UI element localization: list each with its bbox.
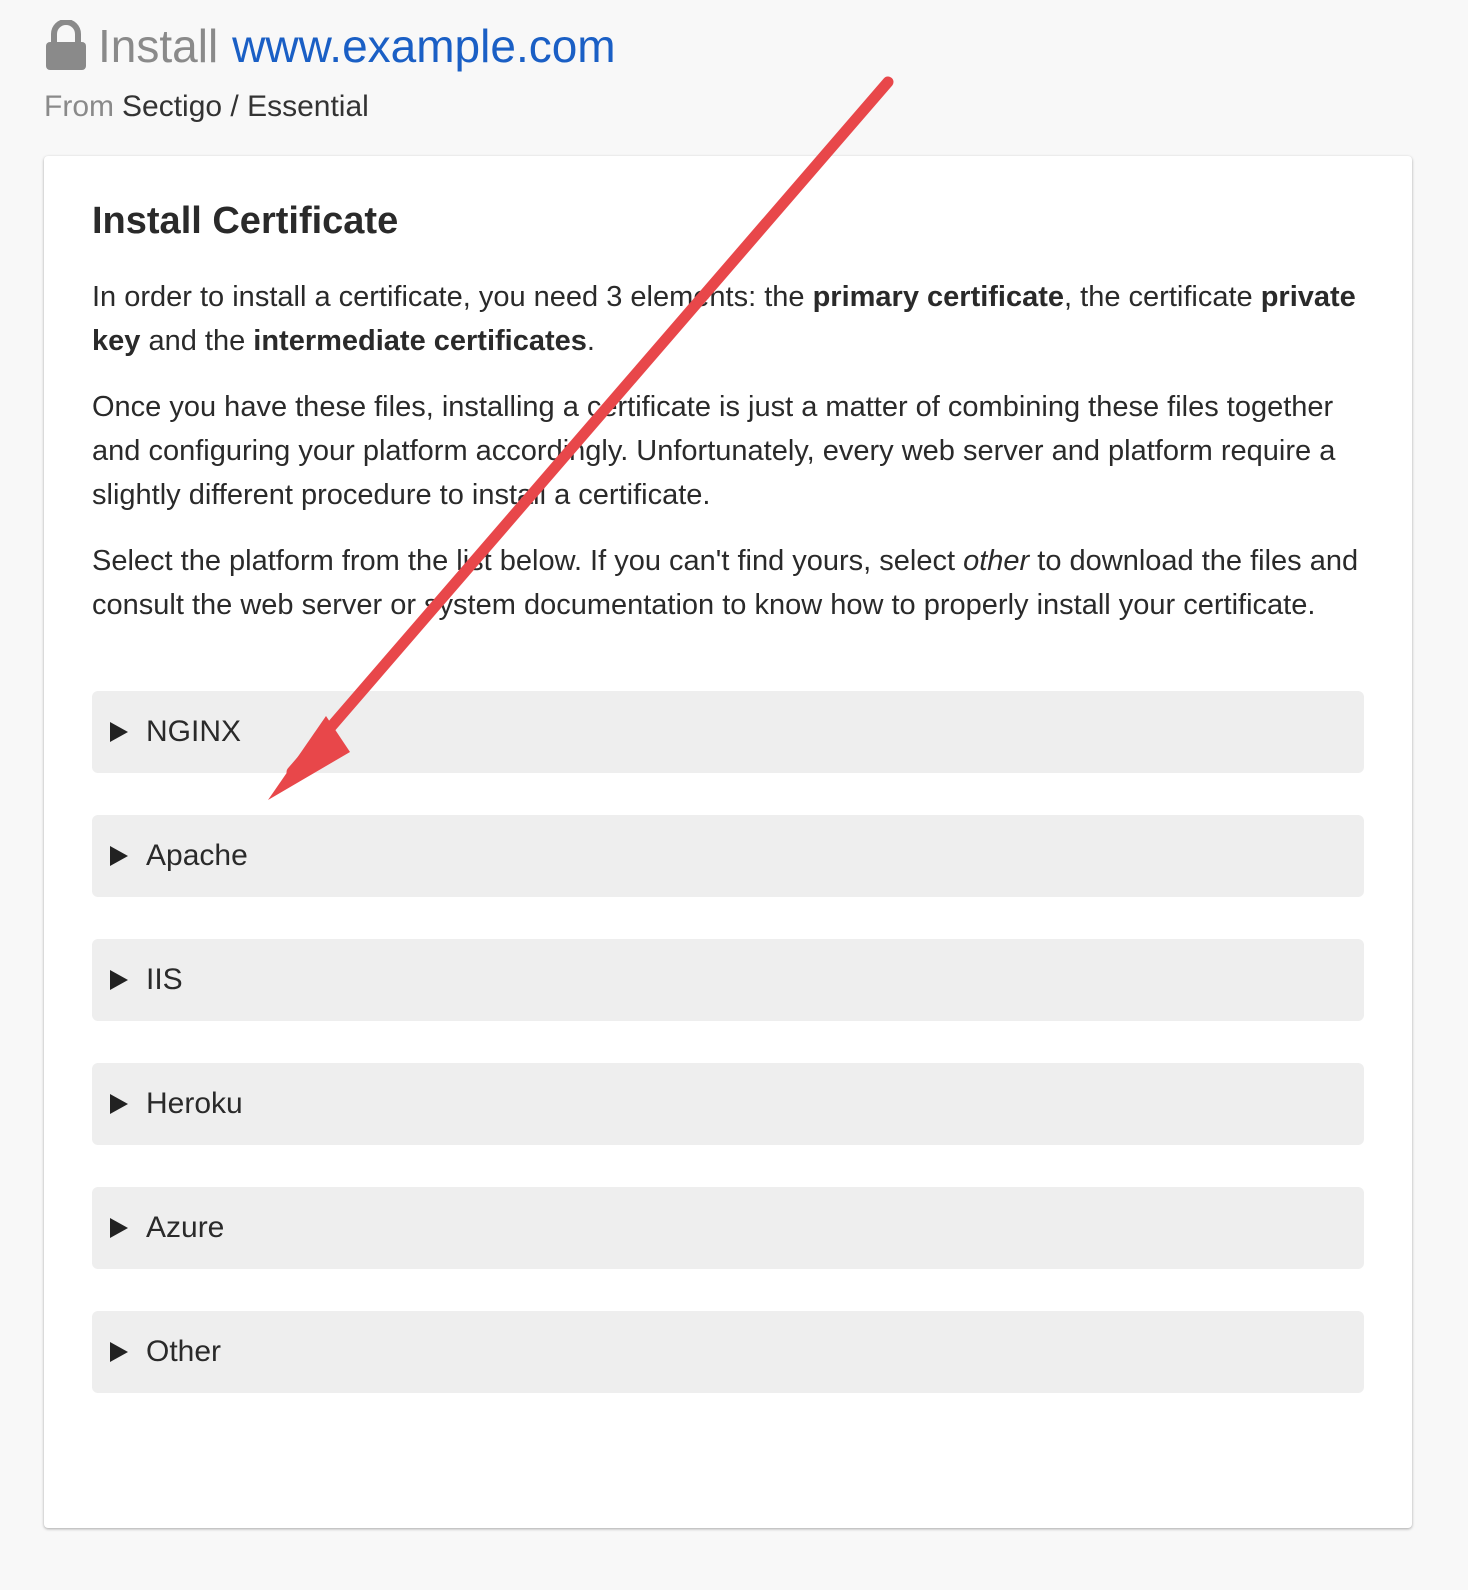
intro-text: and the	[140, 325, 254, 357]
platform-azure[interactable]: Azure	[92, 1187, 1364, 1269]
page-title: Install www.example.com	[44, 14, 616, 78]
platform-other[interactable]: Other	[92, 1311, 1364, 1393]
platform-label: Other	[146, 1335, 222, 1368]
domain-link[interactable]: www.example.com	[232, 19, 615, 73]
platform-apache[interactable]: Apache	[92, 815, 1364, 897]
platform-heroku[interactable]: Heroku	[92, 1063, 1364, 1145]
select-text: Select the platform from the list below.…	[92, 545, 964, 577]
triangle-right-icon	[110, 970, 128, 990]
lock-icon	[46, 20, 86, 70]
title-prefix: Install	[98, 20, 219, 72]
triangle-right-icon	[110, 846, 128, 866]
platform-nginx[interactable]: NGINX	[92, 691, 1364, 773]
subtitle: From Sectigo / Essential	[44, 90, 616, 124]
platform-iis[interactable]: IIS	[92, 939, 1364, 1021]
primary-certificate-term: primary certificate	[812, 281, 1065, 313]
intermediate-certificates-term: intermediate certificates	[253, 325, 587, 357]
platform-label: Heroku	[146, 1087, 243, 1120]
intro-text: In order to install a certificate, you n…	[92, 281, 813, 313]
install-card: Install Certificate In order to install …	[44, 156, 1412, 1528]
intro-paragraph: In order to install a certificate, you n…	[92, 275, 1364, 363]
platform-label: Apache	[146, 839, 248, 872]
intro-text: .	[586, 325, 595, 357]
intro-text: , the certificate	[1064, 281, 1261, 313]
triangle-right-icon	[110, 1342, 128, 1362]
platform-label: IIS	[146, 963, 183, 996]
card-heading: Install Certificate	[92, 200, 399, 242]
triangle-right-icon	[110, 1094, 128, 1114]
select-paragraph: Select the platform from the list below.…	[92, 539, 1364, 627]
triangle-right-icon	[110, 1218, 128, 1238]
platform-label: NGINX	[146, 715, 242, 748]
page-header: Install www.example.com From Sectigo / Es…	[44, 14, 616, 124]
other-term: other	[963, 545, 1030, 577]
platform-label: Azure	[146, 1211, 225, 1244]
product-name: Sectigo / Essential	[122, 90, 369, 123]
procedure-paragraph: Once you have these files, installing a …	[92, 391, 1336, 511]
from-label: From	[44, 90, 114, 123]
platform-list: NGINX Apache IIS Heroku Azure Other	[92, 691, 1364, 1393]
triangle-right-icon	[110, 722, 128, 742]
